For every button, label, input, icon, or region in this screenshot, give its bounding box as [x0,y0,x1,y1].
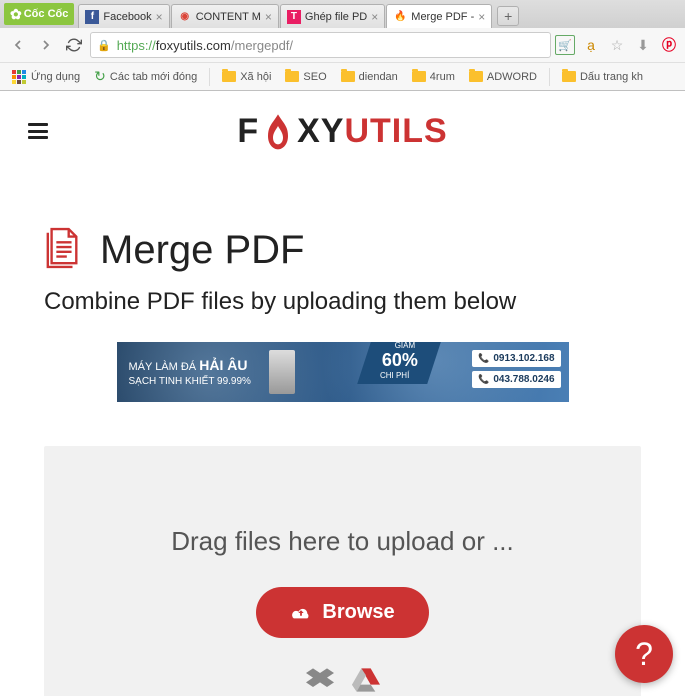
vietnamese-ime-icon[interactable]: ạ [581,35,601,55]
site-logo[interactable]: F XY UTILS [237,111,447,151]
back-button[interactable] [6,33,30,57]
t-icon: T [287,10,301,24]
tab-title: Merge PDF - [411,11,474,23]
forward-button[interactable] [34,33,58,57]
bookmark-folder[interactable]: Xã hội [216,69,277,85]
tab-title: Facebook [103,11,151,23]
ad-phone-1: 0913.102.168 [472,350,560,367]
close-icon[interactable]: × [265,10,272,24]
tab-ghep[interactable]: T Ghép file PD × [280,4,385,28]
logo-f: F [237,112,259,151]
separator [209,68,210,86]
page-content: F XY UTILS Merge PDF Combine PDF files b… [0,91,685,696]
google-drive-icon[interactable] [352,666,380,694]
ad-phone-2: 043.788.0246 [472,371,560,388]
page-title-row: Merge PDF [44,227,641,274]
browser-logo[interactable]: ✿ Cốc Cốc [4,3,74,25]
browse-label: Browse [322,601,394,624]
bookmark-label: diendan [359,71,398,83]
apps-label: Ứng dụng [31,71,80,83]
bookmark-recently-closed[interactable]: ↻ Các tab mới đóng [88,66,203,87]
ad-text-left: MÁY LÀM ĐÁ HẢI ÂU SẠCH TINH KHIẾT 99.99% [117,356,251,387]
apps-button[interactable]: Ứng dụng [6,68,86,86]
bookmark-label: Dấu trang kh [580,71,643,83]
ad-discount-badge: GIẢM 60% CHI PHÍ [365,342,435,384]
logo-xy: XY [297,112,344,151]
tab-title: Ghép file PD [305,11,367,23]
download-icon[interactable]: ⬇ [633,35,653,55]
new-tab-button[interactable]: + [497,6,519,26]
bookmark-folder[interactable]: ADWORD [463,69,543,85]
url-protocol: https:// [117,38,156,53]
tab-strip: ✿ Cốc Cốc f Facebook × ◉ CONTENT M × T G… [0,0,685,28]
facebook-icon: f [85,10,99,24]
extension-icons: 🛒 ạ ☆ ⬇ ⓟ [555,35,679,55]
star-icon[interactable]: ☆ [607,35,627,55]
bookmark-label: Xã hội [240,71,271,83]
bookmark-label: Các tab mới đóng [110,71,197,83]
main-content: Merge PDF Combine PDF files by uploading… [0,227,685,696]
bookmark-folder[interactable]: SEO [279,69,332,85]
folder-icon [469,71,483,82]
folder-icon [412,71,426,82]
ad-banner[interactable]: MÁY LÀM ĐÁ HẢI ÂU SẠCH TINH KHIẾT 99.99%… [117,342,569,402]
reload-icon: ↻ [94,68,106,85]
url-bar[interactable]: 🔒 https:// foxyutils.com /mergepdf/ [90,32,551,58]
browser-chrome: ✿ Cốc Cốc f Facebook × ◉ CONTENT M × T G… [0,0,685,91]
close-icon[interactable]: × [478,10,485,24]
folder-icon [562,71,576,82]
bookmark-label: 4rum [430,71,455,83]
apps-icon [12,70,26,84]
nav-bar: 🔒 https:// foxyutils.com /mergepdf/ 🛒 ạ … [0,28,685,62]
browse-button[interactable]: Browse [256,587,428,638]
foxyutils-icon: 🔥 [393,10,407,24]
ad-phones: 0913.102.168 043.788.0246 [472,350,560,388]
logo-utils: UTILS [344,112,447,151]
bookmark-folder[interactable]: Dấu trang kh [556,69,649,85]
pinterest-icon[interactable]: ⓟ [659,35,679,55]
help-button[interactable]: ? [615,625,673,683]
separator [549,68,550,86]
url-domain: foxyutils.com [156,38,231,53]
google-icon: ◉ [178,10,192,24]
fridge-image [269,350,295,394]
flame-icon [261,111,295,151]
coccoc-icon: ✿ [10,6,22,23]
tab-merge-pdf[interactable]: 🔥 Merge PDF - × [386,4,492,28]
cart-icon[interactable]: 🛒 [555,35,575,55]
close-icon[interactable]: × [371,10,378,24]
tab-facebook[interactable]: f Facebook × [78,4,169,28]
tab-content[interactable]: ◉ CONTENT M × [171,4,279,28]
dropzone-text: Drag files here to upload or ... [64,526,621,557]
browser-logo-text: Cốc Cốc [24,8,69,20]
page-subtitle: Combine PDF files by uploading them belo… [44,288,641,316]
help-icon: ? [635,636,653,673]
cloud-upload-icon [290,604,312,622]
bookmark-label: SEO [303,71,326,83]
folder-icon [222,71,236,82]
bookmark-bar: Ứng dụng ↻ Các tab mới đóng Xã hội SEO d… [0,62,685,90]
close-icon[interactable]: × [156,10,163,24]
reload-button[interactable] [62,33,86,57]
bookmark-label: ADWORD [487,71,537,83]
folder-icon [341,71,355,82]
cloud-source-icons [64,666,621,694]
menu-button[interactable] [28,123,48,139]
bookmark-folder[interactable]: diendan [335,69,404,85]
bookmark-folder[interactable]: 4rum [406,69,461,85]
tab-title: CONTENT M [196,11,261,23]
url-path: /mergepdf/ [231,38,293,53]
document-icon [44,227,82,274]
folder-icon [285,71,299,82]
lock-icon: 🔒 [97,39,111,52]
dropbox-icon[interactable] [306,666,334,694]
site-header: F XY UTILS [0,91,685,167]
file-dropzone[interactable]: Drag files here to upload or ... Browse [44,446,641,696]
page-title: Merge PDF [100,228,305,273]
